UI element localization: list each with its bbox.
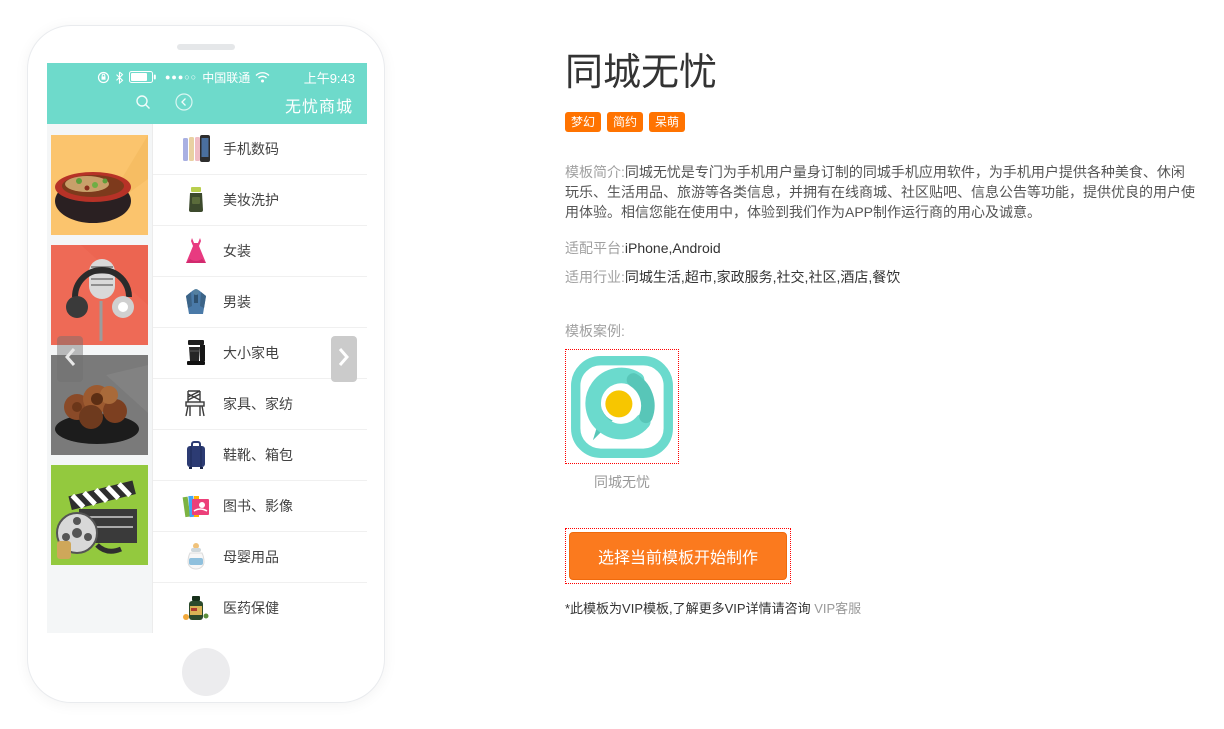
- category-label: 大小家电: [223, 343, 279, 363]
- industry-value: 同城生活,超市,家政服务,社交,社区,酒店,餐饮: [625, 269, 900, 285]
- intro-text: 同城无忧是专门为手机用户量身订制的同城手机应用软件，为手机用户提供各种美食、休闲…: [565, 164, 1195, 220]
- vip-note-text: *此模板为VIP模板,了解更多VIP详情请咨询: [565, 601, 811, 616]
- platform-row: 适配平台:iPhone,Android: [565, 238, 1210, 258]
- case-caption: 同城无忧: [565, 472, 679, 492]
- chevron-left-icon: [64, 347, 76, 372]
- category-label: 医药保健: [223, 598, 279, 618]
- microphone-headphones-image[interactable]: [51, 245, 148, 345]
- carrier-label: 中国联通: [202, 69, 250, 86]
- category-row-phones[interactable]: 手机数码: [153, 124, 367, 175]
- medicine-icon: [179, 591, 213, 625]
- category-label: 家具、家纺: [223, 394, 293, 414]
- movie-clapperboard-image[interactable]: [51, 465, 148, 565]
- status-bar: ●●●○○ 中国联通 上午9:43: [47, 63, 367, 91]
- wifi-icon: [255, 72, 270, 83]
- tag-badge: 梦幻: [565, 112, 601, 132]
- carousel-prev-button[interactable]: [57, 336, 83, 382]
- vip-support-link[interactable]: VIP客服: [814, 601, 861, 616]
- category-row-mens[interactable]: 男装: [153, 277, 367, 328]
- status-time: 上午9:43: [304, 68, 355, 87]
- industry-row: 适用行业:同城生活,超市,家政服务,社交,社区,酒店,餐饮: [565, 267, 1210, 287]
- category-label: 图书、影像: [223, 496, 293, 516]
- baby-bottle-icon: [179, 540, 213, 574]
- app-title: 无忧商城: [285, 93, 353, 117]
- template-case-thumbnail[interactable]: [565, 349, 679, 464]
- coffee-maker-icon: [179, 336, 213, 370]
- industry-label: 适用行业:: [565, 269, 625, 285]
- tag-list: 梦幻 简约 呆萌: [565, 112, 1210, 132]
- category-label: 手机数码: [223, 139, 279, 159]
- back-icon[interactable]: [175, 93, 193, 116]
- category-row-baby[interactable]: 母婴用品: [153, 532, 367, 583]
- category-row-womens[interactable]: 女装: [153, 226, 367, 277]
- platform-label: 适配平台:: [565, 240, 625, 256]
- vip-note: *此模板为VIP模板,了解更多VIP详情请咨询 VIP客服: [565, 598, 1210, 617]
- bluetooth-icon: [115, 71, 124, 84]
- page-title: 同城无忧: [565, 50, 1210, 96]
- category-row-cosmetics[interactable]: 美妆洗护: [153, 175, 367, 226]
- category-label: 男装: [223, 292, 251, 312]
- battery-icon: [129, 71, 156, 83]
- nav-bar: 无忧商城: [47, 91, 367, 124]
- tag-badge: 简约: [607, 112, 643, 132]
- phone-screen: ●●●○○ 中国联通 上午9:43 无忧商城: [47, 63, 367, 633]
- platform-value: iPhone,Android: [625, 240, 721, 256]
- suitcase-icon: [179, 438, 213, 472]
- category-label: 鞋靴、箱包: [223, 445, 293, 465]
- cosmetics-icon: [179, 183, 213, 217]
- intro-label: 模板简介:: [565, 164, 625, 180]
- chevron-right-icon: [338, 347, 350, 372]
- case-label: 模板案例:: [565, 321, 1210, 341]
- category-label: 母婴用品: [223, 547, 279, 567]
- search-icon[interactable]: [135, 94, 151, 115]
- food-noodle-bowl-image[interactable]: [51, 135, 148, 235]
- dress-icon: [179, 234, 213, 268]
- category-row-luggage[interactable]: 鞋靴、箱包: [153, 430, 367, 481]
- carousel-next-button[interactable]: [331, 336, 357, 382]
- phones-icon: [179, 132, 213, 166]
- home-button[interactable]: [182, 648, 230, 696]
- orientation-lock-icon: [97, 71, 110, 84]
- category-row-books[interactable]: 图书、影像: [153, 481, 367, 532]
- category-label: 女装: [223, 241, 251, 261]
- books-icon: [179, 489, 213, 523]
- select-template-button[interactable]: 选择当前模板开始制作: [569, 532, 787, 580]
- cta-highlight-box: 选择当前模板开始制作: [565, 528, 791, 584]
- phone-speaker: [177, 44, 235, 50]
- app-logo-icon: [570, 355, 674, 459]
- template-intro: 模板简介:同城无忧是专门为手机用户量身订制的同城手机应用软件，为手机用户提供各种…: [565, 162, 1195, 222]
- app-header: ●●●○○ 中国联通 上午9:43 无忧商城: [47, 63, 367, 124]
- chair-icon: [179, 387, 213, 421]
- screen-content: 手机数码 美妆洗护 女装: [47, 124, 367, 633]
- category-row-health[interactable]: 医药保健: [153, 583, 367, 633]
- category-label: 美妆洗护: [223, 190, 279, 210]
- page: ●●●○○ 中国联通 上午9:43 无忧商城: [0, 0, 1224, 729]
- tag-badge: 呆萌: [649, 112, 685, 132]
- phone-mockup: ●●●○○ 中国联通 上午9:43 无忧商城: [27, 25, 385, 703]
- signal-dots: ●●●○○: [165, 72, 197, 82]
- template-details: 同城无忧 梦幻 简约 呆萌 模板简介:同城无忧是专门为手机用户量身订制的同城手机…: [565, 50, 1210, 617]
- jacket-icon: [179, 285, 213, 319]
- category-row-furniture[interactable]: 家具、家纺: [153, 379, 367, 430]
